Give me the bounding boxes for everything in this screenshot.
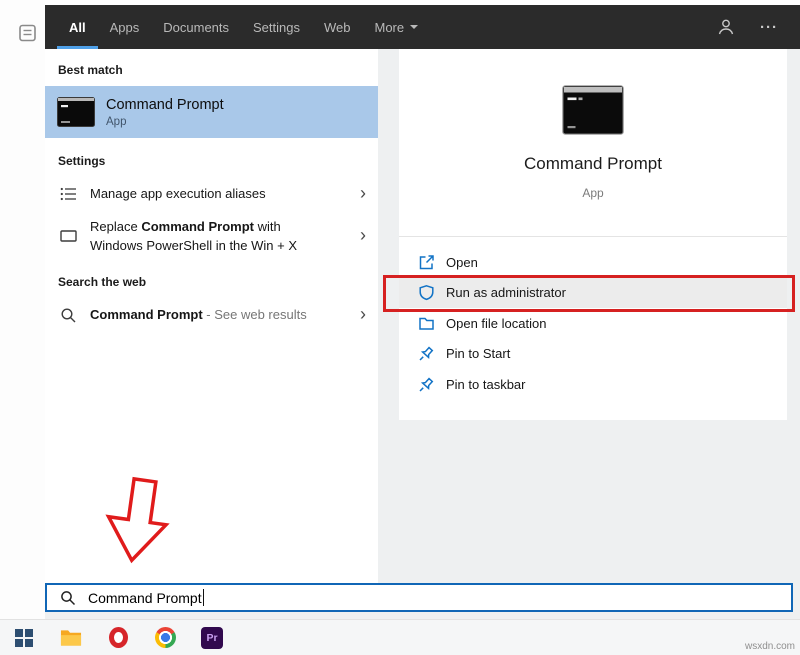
action-label: Pin to taskbar bbox=[446, 377, 526, 392]
dropdown-arrow-icon bbox=[410, 25, 418, 29]
web-result-label: Command Prompt - See web results bbox=[90, 305, 360, 325]
topbar-actions: ··· bbox=[716, 17, 800, 37]
web-section-header: Search the web bbox=[45, 259, 378, 298]
action-run-as-administrator[interactable]: Run as administrator bbox=[399, 278, 787, 309]
action-pin-to-start[interactable]: Pin to Start bbox=[399, 339, 787, 370]
command-prompt-icon bbox=[57, 97, 95, 127]
web-result-suffix: - See web results bbox=[203, 307, 307, 322]
command-prompt-icon-large bbox=[562, 85, 624, 135]
search-input[interactable]: Command Prompt bbox=[45, 583, 793, 612]
window-icon bbox=[59, 228, 77, 244]
action-open[interactable]: Open bbox=[399, 247, 787, 278]
opera-icon[interactable] bbox=[107, 626, 129, 650]
best-match-header: Best match bbox=[45, 49, 378, 86]
action-list: Open Run as administrator Open file loca… bbox=[399, 237, 787, 400]
file-explorer-icon[interactable] bbox=[60, 626, 82, 650]
best-match-text: Command Prompt App bbox=[106, 97, 224, 128]
action-pin-to-taskbar[interactable]: Pin to taskbar bbox=[399, 369, 787, 400]
search-icon bbox=[60, 590, 76, 606]
action-label: Pin to Start bbox=[446, 346, 510, 361]
label-prefix: Replace bbox=[90, 219, 141, 234]
text-cursor bbox=[203, 589, 204, 606]
tab-web[interactable]: Web bbox=[312, 5, 363, 49]
tab-settings[interactable]: Settings bbox=[241, 5, 312, 49]
settings-result-label: Replace Command Prompt with Windows Power… bbox=[90, 217, 360, 256]
tab-more-label: More bbox=[375, 20, 405, 35]
taskbar: Pr bbox=[0, 619, 800, 655]
chevron-right-icon: › bbox=[360, 184, 366, 204]
search-query-text: Command Prompt bbox=[88, 590, 202, 606]
search-filter-bar: All Apps Documents Settings Web More ··· bbox=[45, 5, 800, 49]
best-match-subtitle: App bbox=[106, 116, 224, 128]
windows-logo-icon bbox=[15, 629, 33, 647]
page-left-margin bbox=[0, 0, 45, 619]
label-line2: Windows PowerShell in the Win + X bbox=[90, 238, 297, 253]
tab-apps[interactable]: Apps bbox=[98, 5, 152, 49]
shield-icon bbox=[417, 284, 435, 301]
list-icon bbox=[59, 186, 77, 202]
settings-result-aliases[interactable]: Manage app execution aliases › bbox=[45, 177, 378, 211]
windows-search-screen: All Apps Documents Settings Web More ···… bbox=[0, 0, 800, 655]
label-match: Command Prompt bbox=[141, 219, 254, 234]
open-icon bbox=[417, 254, 435, 271]
chrome-icon[interactable] bbox=[154, 626, 176, 650]
result-detail-panel: Command Prompt App Open Run bbox=[399, 49, 787, 420]
settings-result-replace[interactable]: Replace Command Prompt with Windows Power… bbox=[45, 211, 378, 259]
tab-all[interactable]: All bbox=[57, 5, 98, 49]
best-match-title: Command Prompt bbox=[106, 97, 224, 113]
pin-icon bbox=[417, 376, 435, 393]
action-label: Open bbox=[446, 255, 478, 270]
watermark: wsxdn.com bbox=[745, 641, 795, 652]
chevron-right-icon: › bbox=[360, 226, 366, 246]
web-search-result[interactable]: Command Prompt - See web results › bbox=[45, 298, 378, 332]
label-suffix: with bbox=[254, 219, 281, 234]
premiere-icon[interactable]: Pr bbox=[201, 626, 223, 650]
chevron-right-icon: › bbox=[360, 305, 366, 325]
action-label: Run as administrator bbox=[446, 285, 566, 300]
detail-icon-wrap bbox=[399, 85, 787, 135]
settings-section-header: Settings bbox=[45, 138, 378, 177]
search-icon bbox=[59, 307, 77, 324]
web-result-query: Command Prompt bbox=[90, 307, 203, 322]
start-button[interactable] bbox=[13, 626, 35, 650]
action-label: Open file location bbox=[446, 316, 546, 331]
pin-icon bbox=[417, 345, 435, 362]
notes-icon[interactable] bbox=[19, 24, 37, 42]
sign-in-icon[interactable] bbox=[716, 17, 736, 37]
tab-list: All Apps Documents Settings Web More bbox=[45, 5, 430, 49]
detail-title: Command Prompt bbox=[399, 154, 787, 174]
detail-subtitle: App bbox=[399, 186, 787, 200]
premiere-label: Pr bbox=[206, 632, 217, 644]
best-match-result[interactable]: Command Prompt App bbox=[45, 86, 378, 138]
more-options-icon[interactable]: ··· bbox=[760, 19, 778, 36]
action-open-file-location[interactable]: Open file location bbox=[399, 308, 787, 339]
tab-more[interactable]: More bbox=[363, 5, 431, 49]
settings-result-label: Manage app execution aliases bbox=[90, 184, 360, 204]
tab-documents[interactable]: Documents bbox=[151, 5, 241, 49]
folder-icon bbox=[417, 315, 435, 332]
search-results-panel: Best match Command Prompt App Settings bbox=[45, 49, 378, 583]
